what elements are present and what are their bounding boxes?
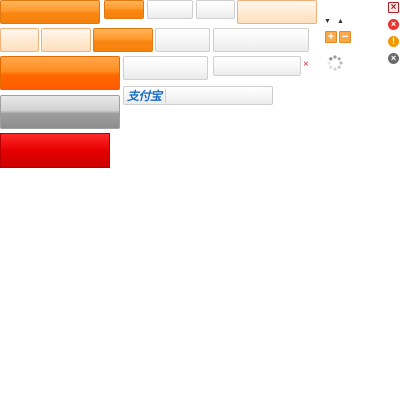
orange-light-button-2[interactable] — [41, 28, 91, 52]
orange-strong-button[interactable] — [0, 56, 120, 90]
alipay-button[interactable]: 支付宝 — [123, 86, 273, 105]
close-circle-icon[interactable]: × — [388, 19, 399, 30]
grey-button-small[interactable] — [147, 0, 193, 19]
orange-light-button-1[interactable] — [0, 28, 39, 52]
grey-button-small-2[interactable] — [196, 0, 235, 19]
warning-circle-icon: ! — [388, 36, 399, 47]
orange-button-large[interactable] — [0, 0, 100, 24]
grey-button-medium[interactable] — [155, 28, 210, 52]
grey-button-wide[interactable] — [213, 28, 309, 52]
loading-spinner-icon — [327, 55, 343, 71]
loading-spinner-svg — [327, 55, 343, 71]
caret-down-icon[interactable]: ▼ — [324, 18, 332, 26]
orange-light-button-wide[interactable] — [237, 0, 317, 24]
red-button[interactable] — [0, 133, 110, 168]
plus-icon[interactable]: + — [325, 31, 337, 43]
orange-button-small[interactable] — [104, 0, 144, 19]
close-outline-icon[interactable]: × — [388, 2, 399, 13]
caret-up-icon[interactable]: ▲ — [337, 18, 345, 26]
alipay-divider — [164, 88, 166, 103]
minus-icon[interactable]: − — [339, 31, 351, 43]
grey-dark-button[interactable] — [0, 95, 120, 129]
grey-input-row3[interactable] — [213, 56, 301, 76]
orange-button-medium[interactable] — [93, 28, 153, 52]
grey-button-row3[interactable] — [123, 56, 208, 80]
close-circle-grey-icon[interactable]: × — [388, 53, 399, 64]
remove-x-icon[interactable]: × — [303, 60, 311, 70]
alipay-logo: 支付宝 — [127, 89, 162, 103]
